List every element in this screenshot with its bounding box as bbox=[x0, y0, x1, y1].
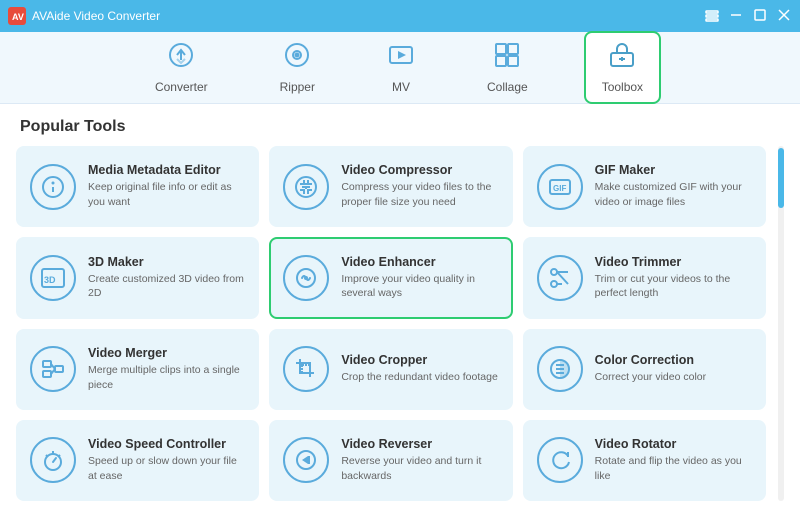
crop-icon bbox=[283, 346, 329, 392]
tool-card-video-merger[interactable]: Video Merger Merge multiple clips into a… bbox=[16, 329, 259, 410]
tool-desc-video-enhancer: Improve your video quality in several wa… bbox=[341, 272, 498, 301]
scrollbar-thumb[interactable] bbox=[778, 148, 784, 208]
section-title: Popular Tools bbox=[0, 104, 800, 146]
tool-text-3d-maker: 3D Maker Create customized 3D video from… bbox=[88, 255, 245, 301]
tool-name-video-trimmer: Video Trimmer bbox=[595, 255, 752, 269]
nav-item-mv[interactable]: MV bbox=[371, 33, 431, 102]
nav-item-converter[interactable]: Converter bbox=[139, 33, 224, 102]
tool-text-color-correction: Color Correction Correct your video colo… bbox=[595, 353, 752, 385]
tool-name-color-correction: Color Correction bbox=[595, 353, 752, 367]
tool-desc-video-speed-controller: Speed up or slow down your file at ease bbox=[88, 454, 245, 483]
reverse-icon bbox=[283, 437, 329, 483]
tool-desc-media-metadata-editor: Keep original file info or edit as you w… bbox=[88, 180, 245, 209]
tool-text-media-metadata-editor: Media Metadata Editor Keep original file… bbox=[88, 163, 245, 209]
nav-label-converter: Converter bbox=[155, 80, 208, 94]
tool-name-video-merger: Video Merger bbox=[88, 346, 245, 360]
collage-icon bbox=[493, 41, 521, 76]
3d-icon: 3D bbox=[30, 255, 76, 301]
svg-text:GIF: GIF bbox=[553, 184, 566, 193]
tool-desc-video-cropper: Crop the redundant video footage bbox=[341, 370, 498, 385]
toolbox-icon bbox=[608, 41, 636, 76]
app-title: AVAide Video Converter bbox=[32, 9, 160, 23]
tool-desc-color-correction: Correct your video color bbox=[595, 370, 752, 385]
nav-item-collage[interactable]: Collage bbox=[471, 33, 544, 102]
tool-card-gif-maker[interactable]: GIF GIF Maker Make customized GIF with y… bbox=[523, 146, 766, 227]
tool-desc-video-rotator: Rotate and flip the video as you like bbox=[595, 454, 752, 483]
tool-card-video-reverser[interactable]: Video Reverser Reverse your video and tu… bbox=[269, 420, 512, 501]
title-bar-left: AV AVAide Video Converter bbox=[8, 7, 160, 25]
tools-grid-wrapper: Media Metadata Editor Keep original file… bbox=[0, 146, 800, 517]
compress-icon bbox=[283, 164, 329, 210]
tool-text-video-enhancer: Video Enhancer Improve your video qualit… bbox=[341, 255, 498, 301]
tool-name-video-cropper: Video Cropper bbox=[341, 353, 498, 367]
tool-text-video-speed-controller: Video Speed Controller Speed up or slow … bbox=[88, 437, 245, 483]
tool-card-video-speed-controller[interactable]: Video Speed Controller Speed up or slow … bbox=[16, 420, 259, 501]
nav-item-toolbox[interactable]: Toolbox bbox=[584, 31, 661, 104]
tool-text-video-rotator: Video Rotator Rotate and flip the video … bbox=[595, 437, 752, 483]
tool-desc-video-trimmer: Trim or cut your videos to the perfect l… bbox=[595, 272, 752, 301]
tool-text-gif-maker: GIF Maker Make customized GIF with your … bbox=[595, 163, 752, 209]
tool-desc-video-reverser: Reverse your video and turn it backwards bbox=[341, 454, 498, 483]
tool-text-video-compressor: Video Compressor Compress your video fil… bbox=[341, 163, 498, 209]
nav-label-mv: MV bbox=[392, 80, 410, 94]
tool-name-gif-maker: GIF Maker bbox=[595, 163, 752, 177]
close-icon[interactable] bbox=[776, 8, 792, 24]
tool-card-media-metadata-editor[interactable]: Media Metadata Editor Keep original file… bbox=[16, 146, 259, 227]
tool-name-video-enhancer: Video Enhancer bbox=[341, 255, 498, 269]
enhance-icon bbox=[283, 255, 329, 301]
nav-label-collage: Collage bbox=[487, 80, 528, 94]
tool-desc-3d-maker: Create customized 3D video from 2D bbox=[88, 272, 245, 301]
title-bar: AV AVAide Video Converter bbox=[0, 0, 800, 32]
tool-name-video-rotator: Video Rotator bbox=[595, 437, 752, 451]
tool-text-video-reverser: Video Reverser Reverse your video and tu… bbox=[341, 437, 498, 483]
window-controls bbox=[704, 8, 792, 24]
tool-card-3d-maker[interactable]: 3D 3D Maker Create customized 3D video f… bbox=[16, 237, 259, 318]
tool-name-media-metadata-editor: Media Metadata Editor bbox=[88, 163, 245, 177]
app-logo: AV bbox=[8, 7, 26, 25]
speed-icon bbox=[30, 437, 76, 483]
svg-text:AV: AV bbox=[12, 12, 24, 22]
nav-bar: Converter Ripper MV bbox=[0, 32, 800, 104]
rotate-icon bbox=[537, 437, 583, 483]
tool-desc-gif-maker: Make customized GIF with your video or i… bbox=[595, 180, 752, 209]
tool-card-video-trimmer[interactable]: Video Trimmer Trim or cut your videos to… bbox=[523, 237, 766, 318]
tool-name-video-speed-controller: Video Speed Controller bbox=[88, 437, 245, 451]
tool-text-video-trimmer: Video Trimmer Trim or cut your videos to… bbox=[595, 255, 752, 301]
nav-item-ripper[interactable]: Ripper bbox=[264, 33, 331, 102]
minimize-icon[interactable] bbox=[728, 8, 744, 24]
nav-label-toolbox: Toolbox bbox=[602, 80, 643, 94]
mv-icon bbox=[387, 41, 415, 76]
ripper-icon bbox=[283, 41, 311, 76]
tool-text-video-merger: Video Merger Merge multiple clips into a… bbox=[88, 346, 245, 392]
gif-icon: GIF bbox=[537, 164, 583, 210]
scrollbar-track[interactable] bbox=[778, 146, 784, 501]
tool-card-video-compressor[interactable]: Video Compressor Compress your video fil… bbox=[269, 146, 512, 227]
tool-card-video-cropper[interactable]: Video Cropper Crop the redundant video f… bbox=[269, 329, 512, 410]
tool-card-color-correction[interactable]: Color Correction Correct your video colo… bbox=[523, 329, 766, 410]
tool-name-video-compressor: Video Compressor bbox=[341, 163, 498, 177]
trim-icon bbox=[537, 255, 583, 301]
tool-text-video-cropper: Video Cropper Crop the redundant video f… bbox=[341, 353, 498, 385]
tool-desc-video-merger: Merge multiple clips into a single piece bbox=[88, 363, 245, 392]
info-icon bbox=[30, 164, 76, 210]
main-content: Popular Tools Media Metadata Editor Keep… bbox=[0, 104, 800, 517]
tool-card-video-rotator[interactable]: Video Rotator Rotate and flip the video … bbox=[523, 420, 766, 501]
svg-text:3D: 3D bbox=[44, 275, 56, 285]
converter-icon bbox=[167, 41, 195, 76]
tool-card-video-enhancer[interactable]: Video Enhancer Improve your video qualit… bbox=[269, 237, 512, 318]
tools-grid: Media Metadata Editor Keep original file… bbox=[16, 146, 766, 501]
settings-icon[interactable] bbox=[704, 8, 720, 24]
color-icon bbox=[537, 346, 583, 392]
tool-desc-video-compressor: Compress your video files to the proper … bbox=[341, 180, 498, 209]
maximize-icon[interactable] bbox=[752, 8, 768, 24]
merge-icon bbox=[30, 346, 76, 392]
nav-label-ripper: Ripper bbox=[280, 80, 315, 94]
tool-name-video-reverser: Video Reverser bbox=[341, 437, 498, 451]
tool-name-3d-maker: 3D Maker bbox=[88, 255, 245, 269]
